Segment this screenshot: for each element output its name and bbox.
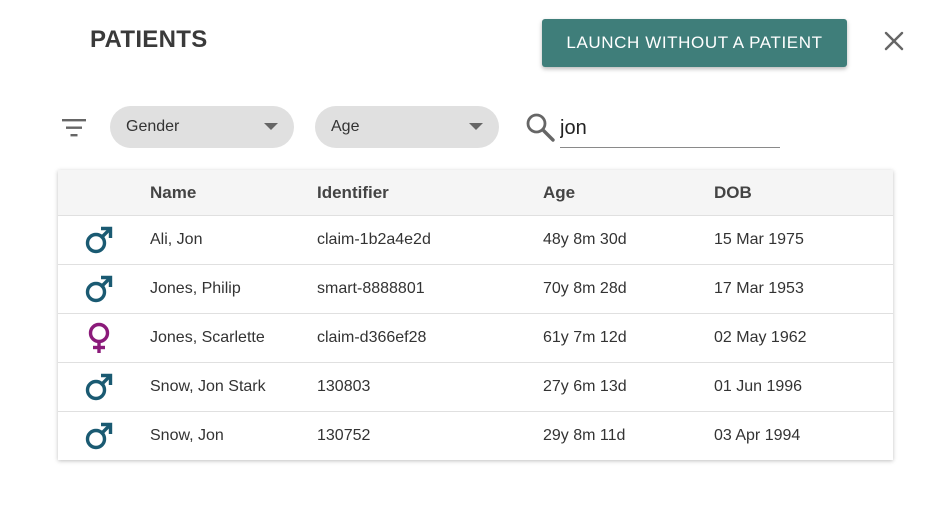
patient-name: Jones, Scarlette xyxy=(150,329,265,346)
patient-identifier: claim-1b2a4e2d xyxy=(317,231,431,248)
search-input[interactable] xyxy=(560,110,780,148)
patient-name: Ali, Jon xyxy=(150,231,203,248)
column-header-age[interactable]: Age xyxy=(543,170,575,215)
table-body: Ali, Jon claim-1b2a4e2d 48y 8m 30d 15 Mar 1… xyxy=(58,216,893,460)
launch-without-patient-button[interactable]: LAUNCH WITHOUT A PATIENT xyxy=(542,19,847,67)
table-row[interactable]: Jones, Scarlette claim-d366ef28 61y 7m 12d… xyxy=(58,314,893,363)
patient-dob: 02 May 1962 xyxy=(714,329,807,346)
patients-dialog: PATIENTS LAUNCH WITHOUT A PATIENT Gender… xyxy=(0,0,936,510)
male-icon xyxy=(84,216,120,264)
patient-name: Snow, Jon Stark xyxy=(150,378,266,395)
gender-select[interactable]: Gender xyxy=(110,106,294,148)
patient-identifier: smart-8888801 xyxy=(317,280,425,297)
table-row[interactable]: Jones, Philip smart-8888801 70y 8m 28d 17 M… xyxy=(58,265,893,314)
table-header: Name Identifier Age DOB xyxy=(58,170,893,216)
filter-list-icon[interactable] xyxy=(61,116,87,140)
patient-identifier: 130803 xyxy=(317,378,371,395)
table-row[interactable]: Snow, Jon Stark 130803 27y 6m 13d 01 Jun 19… xyxy=(58,363,893,412)
male-icon xyxy=(84,363,120,411)
table-row[interactable]: Snow, Jon 130752 29y 8m 11d 03 Apr 1994 xyxy=(58,412,893,460)
patient-dob: 15 Mar 1975 xyxy=(714,231,804,248)
gender-select-label: Gender xyxy=(126,118,180,135)
patient-dob: 17 Mar 1953 xyxy=(714,280,804,297)
patient-age: 29y 8m 11d xyxy=(543,427,626,444)
page-title: PATIENTS xyxy=(90,26,208,53)
column-header-dob[interactable]: DOB xyxy=(714,170,752,215)
patient-age: 70y 8m 28d xyxy=(543,280,627,297)
patient-dob: 01 Jun 1996 xyxy=(714,378,803,395)
patient-name: Jones, Philip xyxy=(150,280,241,297)
close-button[interactable] xyxy=(880,27,908,55)
table-row[interactable]: Ali, Jon claim-1b2a4e2d 48y 8m 30d 15 Mar 1… xyxy=(58,216,893,265)
age-select[interactable]: Age xyxy=(315,106,499,148)
search-icon xyxy=(524,111,556,143)
male-icon xyxy=(84,412,120,460)
female-icon xyxy=(84,314,120,362)
column-header-name[interactable]: Name xyxy=(150,170,196,215)
patient-age: 61y 7m 12d xyxy=(543,329,627,346)
patient-name: Snow, Jon xyxy=(150,427,224,444)
patient-age: 48y 8m 30d xyxy=(543,231,627,248)
age-select-label: Age xyxy=(331,118,360,135)
close-icon xyxy=(884,31,904,51)
column-header-identifier[interactable]: Identifier xyxy=(317,170,389,215)
chevron-down-icon xyxy=(469,123,483,130)
male-icon xyxy=(84,265,120,313)
patient-dob: 03 Apr 1994 xyxy=(714,427,801,444)
patients-table: Name Identifier Age DOB Ali, Jon claim-1b… xyxy=(58,170,893,460)
patient-age: 27y 6m 13d xyxy=(543,378,627,395)
patient-identifier: 130752 xyxy=(317,427,371,444)
patient-identifier: claim-d366ef28 xyxy=(317,329,427,346)
chevron-down-icon xyxy=(264,123,278,130)
